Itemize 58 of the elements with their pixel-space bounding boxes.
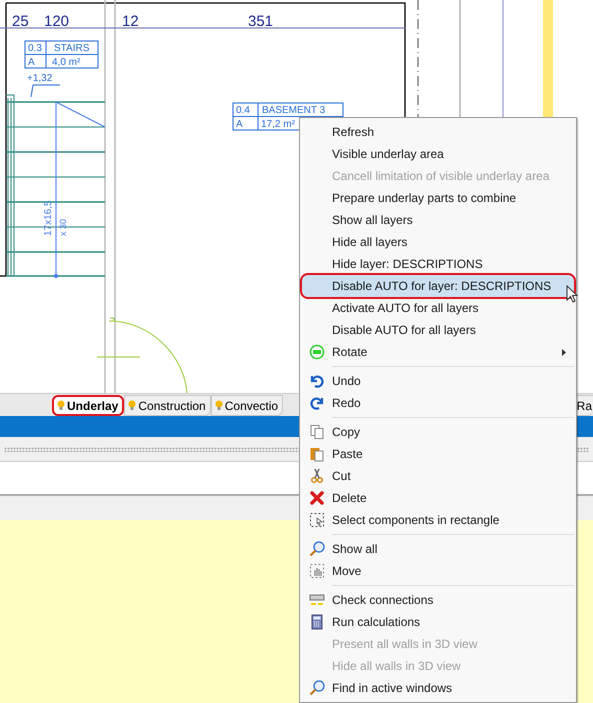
menu-item[interactable]: Prepare underlay parts to combine [302, 187, 574, 209]
menu-item[interactable]: Disable AUTO for layer: DESCRIPTIONS [302, 275, 574, 297]
menu-item[interactable]: Refresh [302, 121, 574, 143]
level-mark: +1,32 [27, 73, 52, 84]
room-area: 4,0 m² [52, 57, 80, 68]
copy-icon [309, 424, 325, 440]
calculator-icon [309, 614, 325, 630]
menu-item[interactable]: Show all [302, 538, 574, 560]
room-number: 0.3 [28, 43, 42, 54]
menu-item[interactable]: Visible underlay area [302, 143, 574, 165]
menu-item[interactable]: Find in active windows [302, 677, 574, 699]
menu-item[interactable]: Cut [302, 465, 574, 487]
bulb-icon [214, 400, 223, 411]
redo-icon [309, 395, 325, 411]
menu-item[interactable]: Show all layers [302, 209, 574, 231]
stair-label: 17x16,5 [43, 200, 54, 236]
room-name: STAIRS [54, 43, 90, 54]
menu-item[interactable]: Hide all layers [302, 231, 574, 253]
menu-item[interactable]: Select components in rectangle [302, 509, 574, 531]
bulb-icon [57, 400, 65, 411]
move-icon [309, 563, 325, 579]
dimension-label: 12 [122, 13, 139, 30]
menu-item[interactable]: Delete [302, 487, 574, 509]
menu-item[interactable]: Run calculations [302, 611, 574, 633]
delete-icon [309, 490, 325, 506]
submenu-arrow-icon [562, 349, 566, 356]
bulb-icon [128, 400, 136, 411]
menu-item[interactable]: Move [302, 560, 574, 582]
room-area: 17,2 m² [261, 119, 295, 130]
rotate-icon [309, 344, 325, 360]
zoom-icon [309, 541, 325, 557]
level-symbol [30, 84, 60, 98]
scissors-icon [309, 468, 325, 484]
menu-item[interactable]: Copy [302, 421, 574, 443]
area-label: A [28, 57, 35, 68]
menu-item[interactable]: Redo [302, 392, 574, 414]
layer-tab[interactable]: Construction [124, 395, 211, 416]
menu-item[interactable]: Undo [302, 370, 574, 392]
dimension-label: 25 [12, 13, 29, 30]
menu-item[interactable]: Paste [302, 443, 574, 465]
dimension-label: 351 [248, 13, 274, 30]
undo-icon [309, 373, 325, 389]
room-number: 0.4 [236, 105, 250, 116]
menu-item[interactable]: Check connections [302, 589, 574, 611]
menu-item[interactable]: Hide layer: DESCRIPTIONS [302, 253, 574, 275]
selection-icon [309, 512, 325, 528]
menu-item[interactable]: Rotate [302, 341, 574, 363]
layer-tab[interactable]: Convectio [210, 395, 284, 416]
layer-tab[interactable]: Underlay [52, 395, 124, 416]
menu-item[interactable]: Activate AUTO for all layers [302, 297, 574, 319]
menu-item[interactable]: Disable AUTO for all layers [302, 319, 574, 341]
stair-count: x 30 [58, 218, 68, 236]
room-name: BASEMENT 3 [262, 105, 326, 116]
find-icon [309, 680, 325, 696]
area-label: A [236, 119, 243, 130]
connections-icon [309, 592, 325, 608]
paste-icon [309, 446, 325, 462]
dimension-label: 120 [44, 13, 70, 30]
